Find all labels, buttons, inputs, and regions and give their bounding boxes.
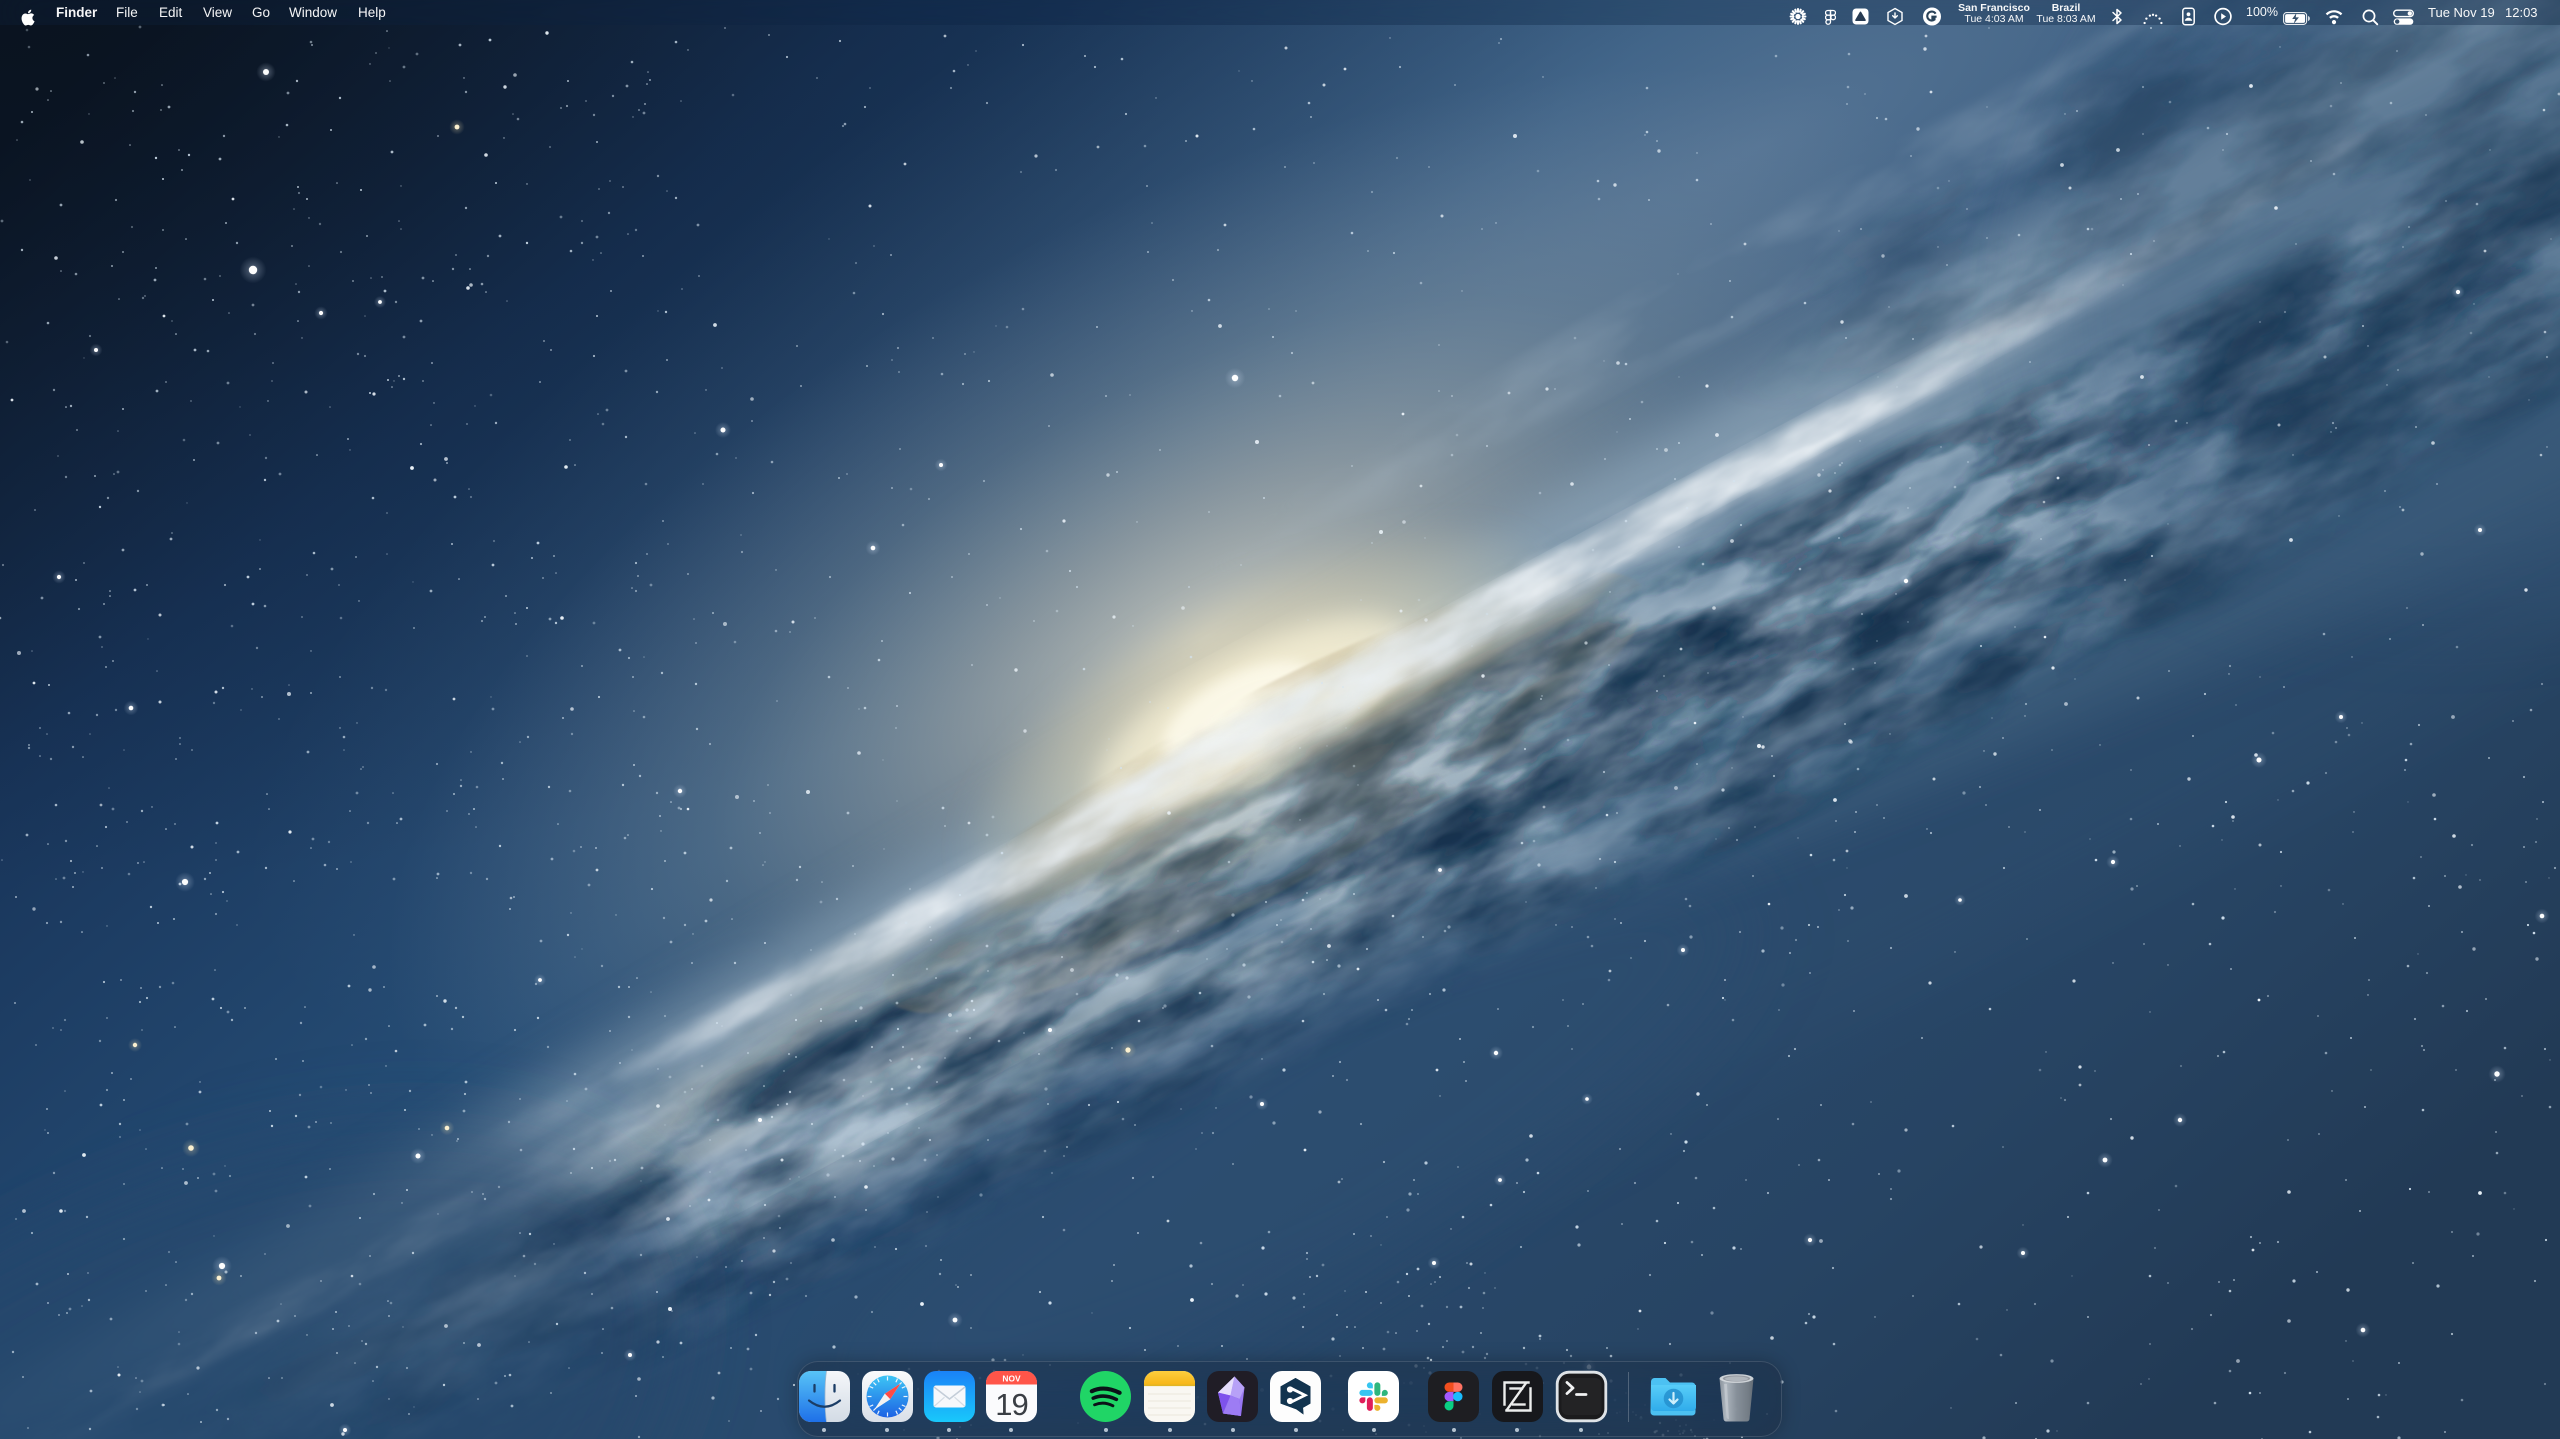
svg-text:19: 19 <box>995 1387 1027 1422</box>
svg-text:NOV: NOV <box>1002 1374 1021 1384</box>
